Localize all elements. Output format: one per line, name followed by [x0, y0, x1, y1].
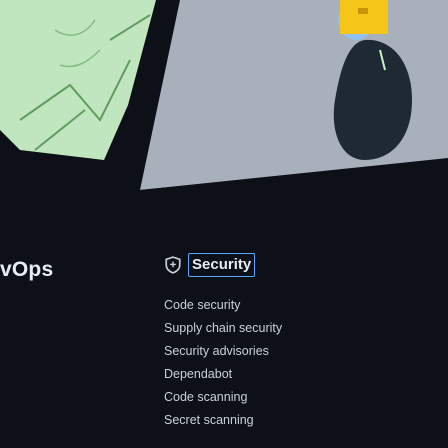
yellow-box [340, 0, 388, 34]
security-menu-title: Security [188, 253, 256, 277]
security-menu-header[interactable]: Security [164, 253, 256, 277]
menu-item-secret-scanning[interactable]: Secret scanning [164, 409, 282, 432]
menu-item-dependabot[interactable]: Dependabot [164, 363, 282, 386]
yellow-box-mark [358, 8, 368, 14]
hero-illustration [0, 0, 448, 190]
menu-item-code-scanning[interactable]: Code scanning [164, 386, 282, 409]
menu-item-code-security[interactable]: Code security [164, 294, 282, 317]
menu-item-security-advisories[interactable]: Security advisories [164, 340, 282, 363]
nav-item-devops-partial[interactable]: vOps [0, 258, 53, 282]
menu-item-supply-chain-security[interactable]: Supply chain security [164, 317, 282, 340]
hero-art [0, 0, 448, 190]
security-menu-list: Code security Supply chain security Secu… [164, 294, 282, 432]
shield-icon [165, 256, 181, 274]
